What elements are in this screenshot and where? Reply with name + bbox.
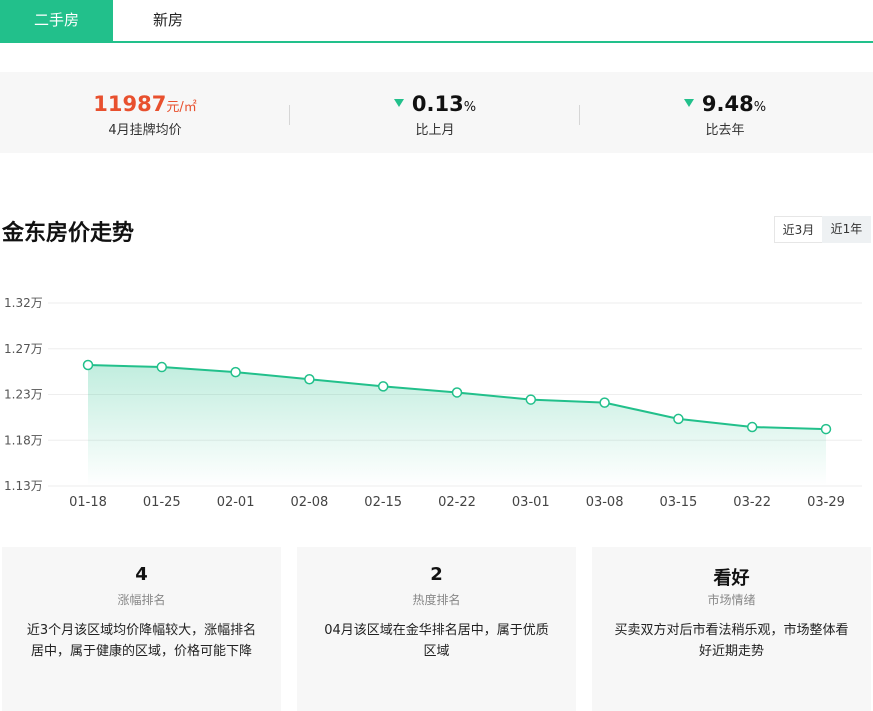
growth-rank-label: 涨幅排名 xyxy=(117,593,166,607)
growth-rank-desc: 近3个月该区域均价降幅较大，涨幅排名居中，属于健康的区域，价格可能下降 xyxy=(26,623,257,659)
heat-rank-desc: 04月该区域在金华排名居中，属于优质区域 xyxy=(324,623,549,659)
year-change-value: 9.48 xyxy=(701,92,754,116)
card-heat-rank: 2 热度排名 04月该区域在金华排名居中，属于优质区域 xyxy=(297,547,576,711)
data-point[interactable] xyxy=(451,387,463,398)
stat-month-change: 0.13% 比上月 xyxy=(290,72,580,153)
stat-avg-price: 11987元/㎡ 4月挂牌均价 xyxy=(0,72,290,153)
data-point[interactable] xyxy=(156,361,168,373)
year-change-unit: % xyxy=(753,100,767,115)
tab-second-hand[interactable]: 二手房 xyxy=(0,0,113,41)
x-tick-label: 03-29 xyxy=(807,495,845,510)
x-tick-label: 02-08 xyxy=(291,495,329,510)
range-1-year-button[interactable]: 近1年 xyxy=(822,216,871,243)
house-type-tabs: 二手房 新房 xyxy=(0,0,873,43)
month-change-label: 比上月 xyxy=(415,123,455,138)
y-tick-label: 1.27万 xyxy=(4,342,43,356)
market-sentiment-desc: 买卖双方对后市看法稍乐观，市场整体看好近期走势 xyxy=(614,623,849,659)
heat-rank-label: 热度排名 xyxy=(412,593,461,607)
x-tick-label: 02-22 xyxy=(438,495,476,510)
heat-rank-value: 2 xyxy=(430,564,443,585)
data-point[interactable] xyxy=(746,421,758,433)
avg-price-value: 11987 xyxy=(93,92,167,116)
x-tick-label: 02-01 xyxy=(217,495,255,510)
growth-rank-value: 4 xyxy=(135,564,148,585)
trend-title: 金东房价走势 xyxy=(2,221,135,246)
x-tick-label: 01-25 xyxy=(143,495,181,510)
data-point[interactable] xyxy=(673,413,684,425)
y-tick-label: 1.13万 xyxy=(4,479,43,493)
avg-price-unit: 元/㎡ xyxy=(166,100,197,115)
avg-price-label: 4月挂牌均价 xyxy=(108,123,182,138)
year-change-label: 比去年 xyxy=(705,123,745,138)
y-tick-label: 1.23万 xyxy=(4,388,43,402)
month-change-unit: % xyxy=(463,100,477,115)
month-change-value: 0.13 xyxy=(411,92,464,116)
data-point[interactable] xyxy=(82,359,94,371)
down-arrow-icon xyxy=(393,98,404,107)
data-point[interactable] xyxy=(304,374,315,385)
data-point[interactable] xyxy=(377,381,389,392)
series-area xyxy=(88,365,826,486)
market-sentiment-label: 市场情绪 xyxy=(707,593,756,607)
data-point[interactable] xyxy=(525,394,537,405)
card-market-sentiment: 看好 市场情绪 买卖双方对后市看法稍乐观，市场整体看好近期走势 xyxy=(592,547,871,711)
x-tick-label: 03-15 xyxy=(660,495,698,510)
y-tick-label: 1.32万 xyxy=(4,296,43,310)
tab-new-house[interactable]: 新房 xyxy=(113,0,223,41)
data-point[interactable] xyxy=(820,423,832,435)
x-tick-label: 03-08 xyxy=(586,495,624,510)
data-point[interactable] xyxy=(599,397,610,408)
y-tick-label: 1.18万 xyxy=(4,433,43,447)
card-growth-rank: 4 涨幅排名 近3个月该区域均价降幅较大，涨幅排名居中，属于健康的区域，价格可能… xyxy=(2,547,281,711)
range-3-months-button[interactable]: 近3月 xyxy=(774,216,822,243)
down-arrow-icon xyxy=(683,98,694,107)
price-stats: 11987元/㎡ 4月挂牌均价 0.13% 比上月 9.48% 比去年 xyxy=(0,72,873,153)
x-tick-label: 03-01 xyxy=(512,495,550,510)
market-sentiment-value: 看好 xyxy=(713,568,750,589)
data-point[interactable] xyxy=(230,366,241,378)
x-tick-label: 01-18 xyxy=(69,495,107,510)
x-tick-label: 03-22 xyxy=(733,495,771,510)
stat-year-change: 9.48% 比去年 xyxy=(580,72,870,153)
price-trend-chart: 1.32万 1.27万 1.23万 1.18万 1.13万 01-18 01-25 02-01… xyxy=(4,296,862,510)
x-tick-label: 02-15 xyxy=(364,495,402,510)
